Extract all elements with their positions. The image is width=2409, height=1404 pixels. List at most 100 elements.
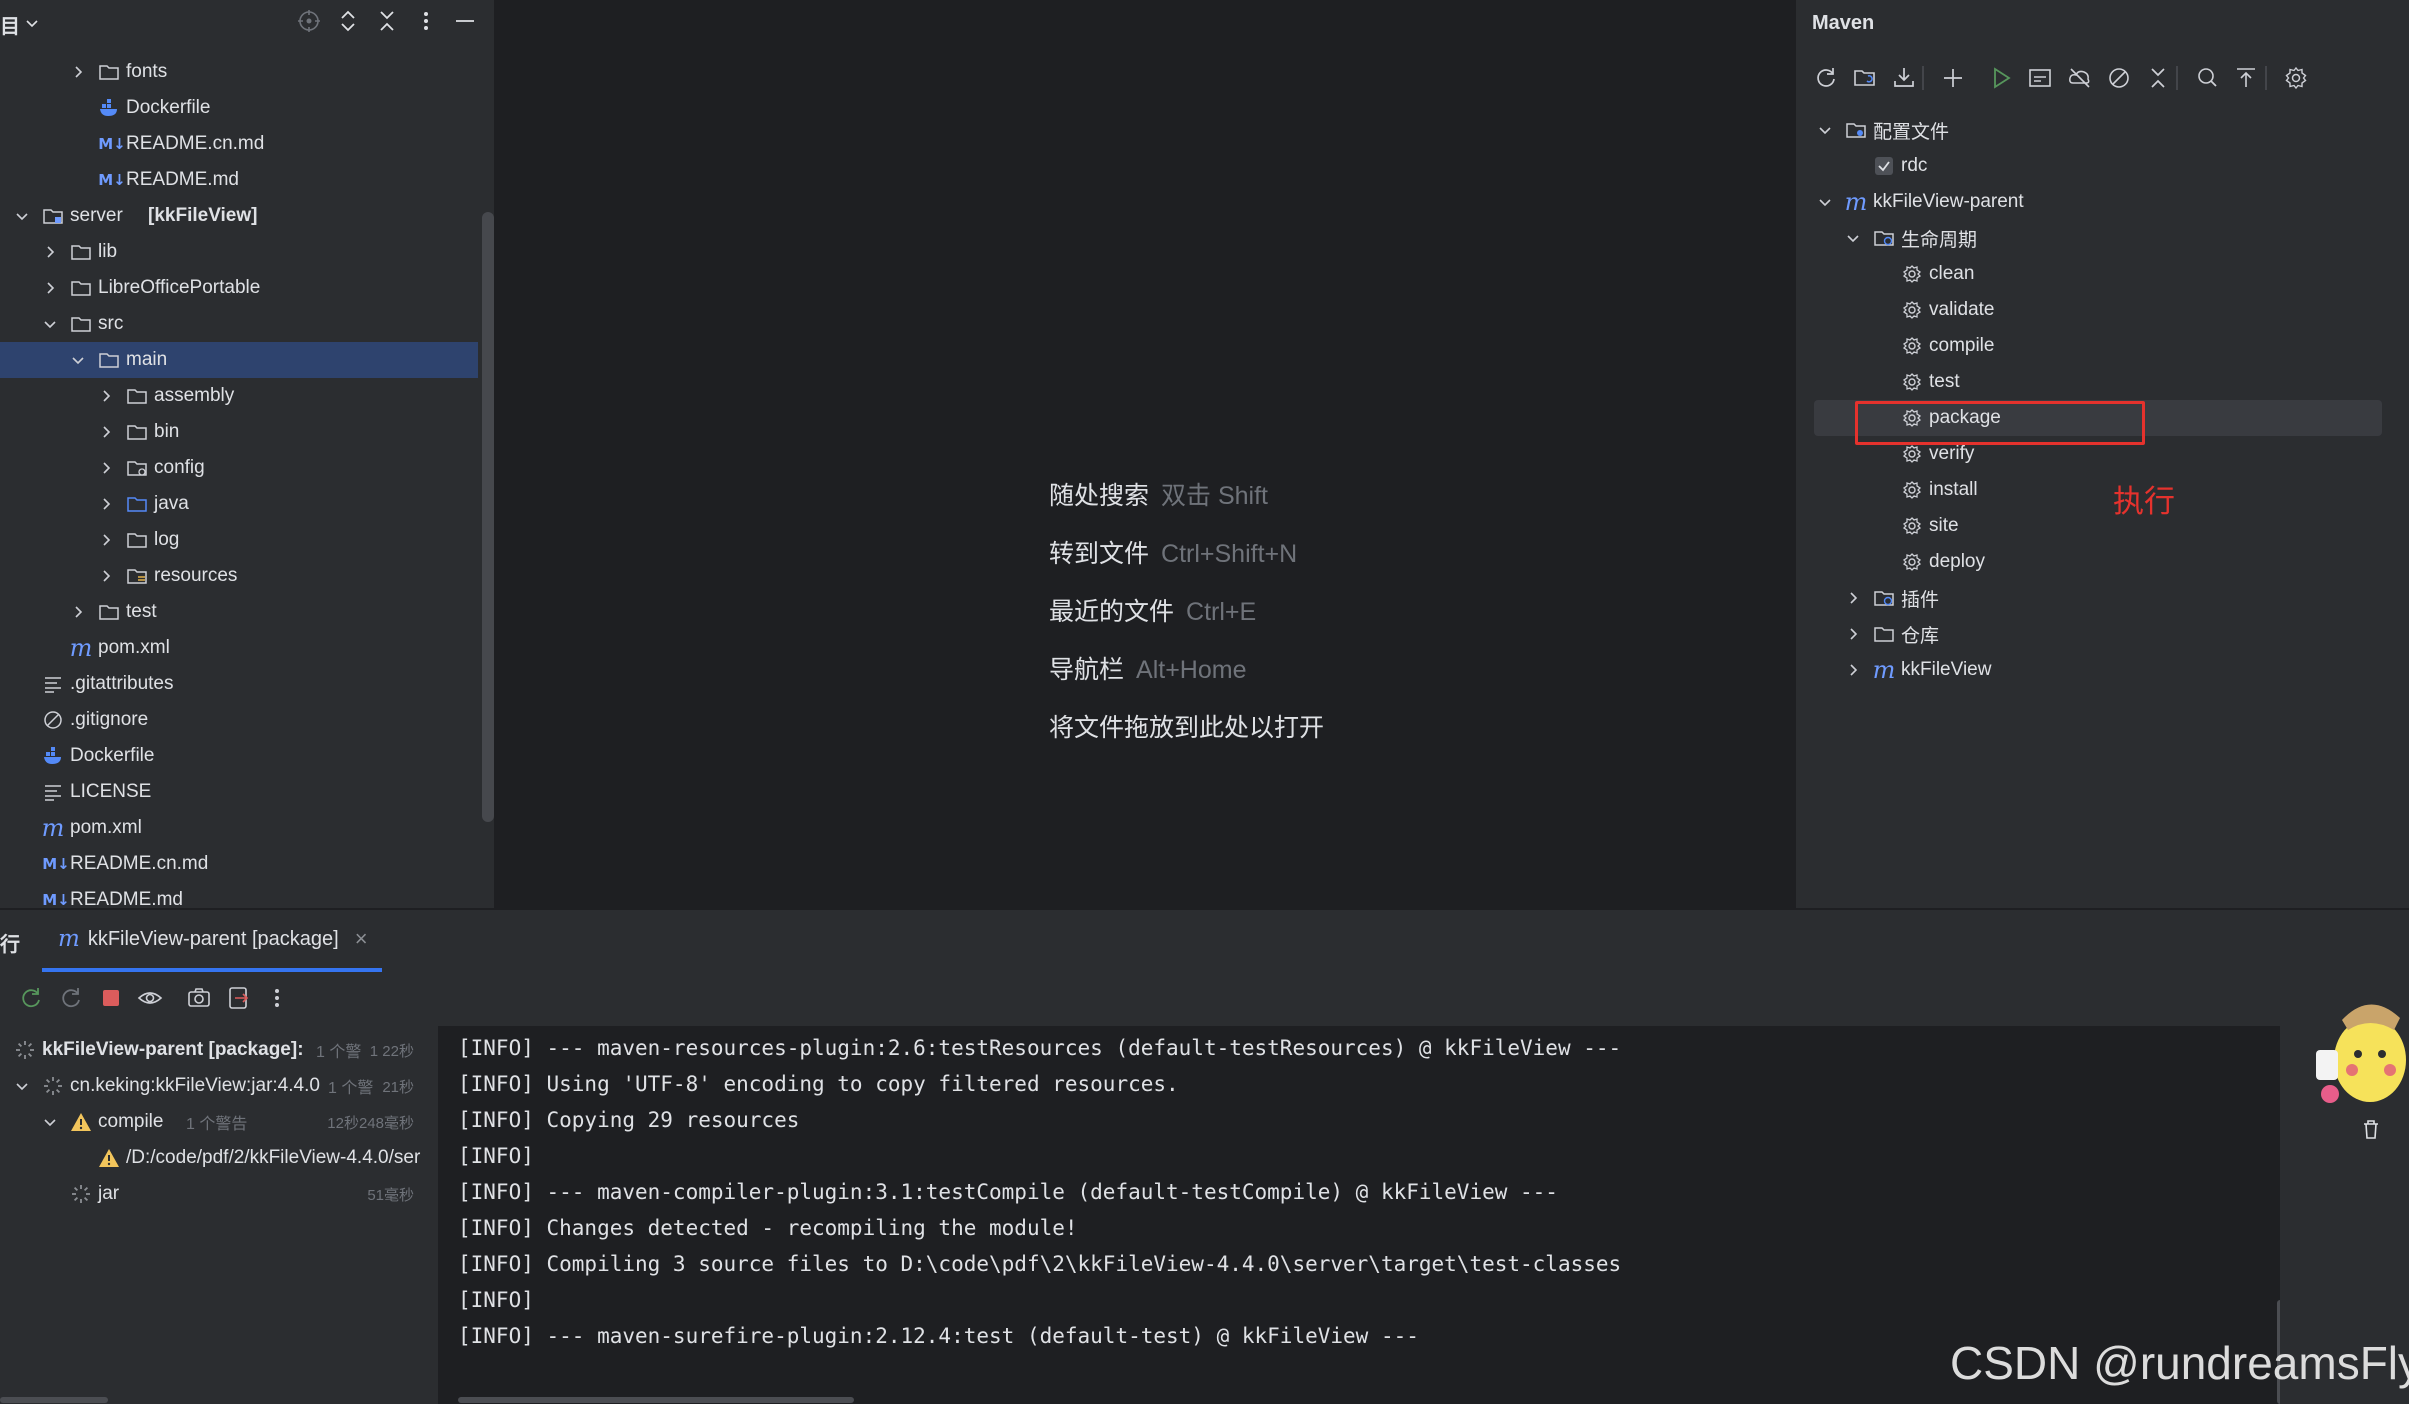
console-line: [INFO] Copying 29 resources [458,1108,800,1132]
maven-tree-item[interactable]: validate [0,292,2380,328]
maven-tree-item[interactable]: test [0,364,2380,400]
build-tree-item-label: cn.keking:kkFileView:jar:4.4.0 [70,1075,320,1096]
build-tree-item[interactable]: compile 1 个警告 12秒248毫秒 [0,1104,438,1140]
chevron-right-icon[interactable] [1845,662,1861,678]
chevron-down-icon[interactable] [24,14,40,37]
plus-icon[interactable] [1939,64,1967,92]
chevron-down-icon[interactable] [1845,230,1861,246]
run-panel-title: 行 [0,934,20,956]
project-panel-title[interactable]: 目 [0,10,38,39]
build-tree-item[interactable]: jar 51毫秒 [0,1176,438,1212]
trash-icon[interactable] [2358,1116,2384,1148]
repository-folder-icon [1873,624,1895,644]
close-tab-icon[interactable]: × [355,926,368,952]
settings-icon[interactable] [2282,64,2310,92]
ignore-file-icon [42,710,64,730]
maven-tree-item[interactable]: install [0,472,2380,508]
gear-icon [1901,264,1923,284]
gear-icon [1901,516,1923,536]
mascot-sticker [2312,990,2409,1110]
run-icon[interactable] [1987,64,2015,92]
maven-tree-item[interactable]: 插件 [0,580,2380,616]
maven-tree-item[interactable]: 配置文件 [0,112,2380,148]
rerun-failed-icon[interactable] [58,984,86,1012]
maven-tree-item[interactable]: clean [0,256,2380,292]
expand-all-icon[interactable] [335,8,361,40]
maven-tree-item-label: test [1929,371,1960,392]
build-tree-item[interactable]: kkFileView-parent [package]: 1 个警 1 22秒 [0,1032,438,1068]
eye-icon[interactable] [136,984,164,1012]
skip-tests-icon[interactable] [2105,64,2133,92]
reload-icon[interactable] [1812,64,1840,92]
maven-icon: m [1872,656,1896,684]
console-line: [INFO] [458,1144,534,1168]
maven-tree-item-label: site [1929,515,1959,536]
console-line: [INFO] --- maven-compiler-plugin:3.1:tes… [458,1180,1558,1204]
chevron-down-icon[interactable] [1817,194,1833,210]
toolbar-separator [2176,66,2178,90]
project-tree-item[interactable]: fonts [0,54,478,90]
run-tree-hscroll[interactable] [0,1397,108,1403]
project-tree-item[interactable]: Dockerfile [0,738,478,774]
console-hscroll[interactable] [458,1397,854,1403]
export-icon[interactable] [224,984,252,1012]
stop-icon[interactable] [97,984,125,1012]
spinner-icon [14,1040,36,1060]
build-tree-item[interactable]: cn.keking:kkFileView:jar:4.4.0 1 个警 21秒 [0,1068,438,1104]
maven-tree-item[interactable]: deploy [0,544,2380,580]
maven-tree-item-label: kkFileView-parent [1873,191,2024,212]
console-line: [INFO] --- maven-resources-plugin:2.6:te… [458,1036,1622,1060]
maven-tree-item[interactable]: m kkFileView-parent [0,184,2380,220]
text-file-icon [42,782,64,802]
more-options-icon[interactable] [263,984,291,1012]
run-tab[interactable]: m kkFileView-parent [package] × [58,926,368,952]
add-folder-icon[interactable] [1851,64,1879,92]
download-icon[interactable] [1890,64,1918,92]
build-tree-item[interactable]: /D:/code/pdf/2/kkFileView-4.4.0/ser [0,1140,438,1176]
rerun-icon[interactable] [18,984,46,1012]
screenshot-icon[interactable] [185,984,213,1012]
maven-tree-item[interactable]: rdc [0,148,2380,184]
annotation-label: 执行 [2113,484,2175,519]
show-deps-icon[interactable] [2232,64,2260,92]
offline-icon[interactable] [2066,64,2094,92]
minimize-icon[interactable] [452,8,478,40]
docker-icon [42,746,64,766]
hint-label: 将文件拖放到此处以打开 [1049,714,1325,742]
execute-goal-icon[interactable] [2026,64,2054,92]
project-tree-item[interactable]: .gitignore [0,702,478,738]
maven-tree-item-label: 配置文件 [1873,121,1950,143]
locate-icon[interactable] [296,8,322,40]
maven-tree-item[interactable]: m kkFileView [0,652,2380,688]
project-tree-item-label: .gitignore [70,709,149,730]
checkbox-checked-icon [1873,156,1895,176]
chevron-down-icon[interactable] [1817,122,1833,138]
analyze-deps-icon[interactable] [2193,64,2221,92]
console-line: [INFO] Compiling 3 source files to D:\co… [458,1252,1622,1276]
collapse-all-icon[interactable] [374,8,400,40]
console-line: [INFO] --- maven-surefire-plugin:2.12.4:… [458,1324,1419,1348]
gear-icon [1901,372,1923,392]
project-tree-item[interactable]: M↓ README.cn.md [0,846,478,882]
collapse-all-icon[interactable] [2144,64,2172,92]
profiles-folder-icon [1845,120,1867,140]
project-tree-item[interactable]: m pom.xml [0,810,478,846]
chevron-down-icon[interactable] [42,1114,58,1130]
chevron-right-icon[interactable] [1845,626,1861,642]
duration-label: 1 22秒 [369,1042,414,1060]
maven-tree-item[interactable]: 仓库 [0,616,2380,652]
project-tree-item-label: Dockerfile [70,745,155,766]
warning-count: 1 个警 [328,1080,374,1097]
maven-tree-item[interactable]: 生命周期 [0,220,2380,256]
maven-tree-item[interactable]: site [0,508,2380,544]
spinner-icon [70,1184,92,1204]
chevron-down-icon[interactable] [14,1078,30,1094]
run-toolbar [0,972,2409,1026]
more-options-icon[interactable] [413,8,439,40]
watermark-text: CSDN @rundreamsFly [1950,1337,2409,1389]
chevron-right-icon[interactable] [70,64,86,80]
project-tree-item[interactable]: LICENSE [0,774,478,810]
chevron-right-icon[interactable] [1845,590,1861,606]
maven-tree-item[interactable]: compile [0,328,2380,364]
duration-label: 21秒 [382,1078,414,1096]
